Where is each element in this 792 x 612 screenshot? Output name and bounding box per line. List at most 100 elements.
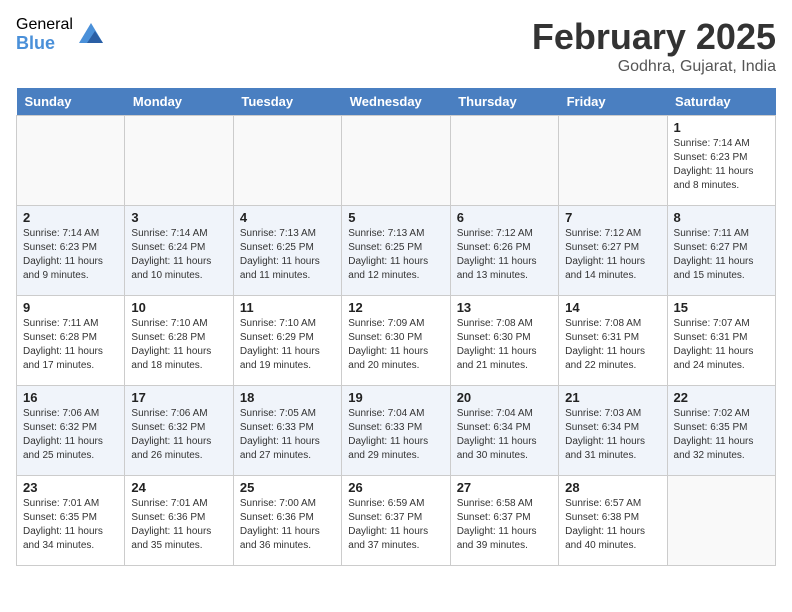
day-info: Sunrise: 7:01 AM Sunset: 6:36 PM Dayligh… [131, 497, 226, 553]
table-cell: 16Sunrise: 7:06 AM Sunset: 6:32 PM Dayli… [17, 386, 125, 476]
table-cell: 13 Sunrise: 7:08 AM Sunset: 6:30 PM Dayli… [450, 296, 558, 386]
table-cell [559, 116, 667, 206]
day-info: Sunrise: 7:07 AM Sunset: 6:31 PM Dayligh… [674, 317, 769, 373]
day-number: 25 [240, 480, 335, 495]
week-row-5: 23Sunrise: 7:01 AM Sunset: 6:35 PM Dayli… [17, 476, 776, 566]
day-info: Sunrise: 6:58 AM Sunset: 6:37 PM Dayligh… [457, 497, 552, 553]
day-number: 27 [457, 480, 552, 495]
day-info: Sunrise: 7:02 AM Sunset: 6:35 PM Dayligh… [674, 407, 769, 463]
day-number: 2 [23, 210, 118, 225]
day-info: Sunrise: 7:11 AM Sunset: 6:28 PM Dayligh… [23, 317, 118, 373]
week-row-2: 2 Sunrise: 7:14 AM Sunset: 6:23 PM Daylig… [17, 206, 776, 296]
day-number: 17 [131, 390, 226, 405]
day-number: 21 [565, 390, 660, 405]
day-info: Sunrise: 7:04 AM Sunset: 6:33 PM Dayligh… [348, 407, 443, 463]
day-number: 18 [240, 390, 335, 405]
table-cell: 28 Sunrise: 6:57 AM Sunset: 6:38 PM Dayli… [559, 476, 667, 566]
logo-icon [77, 21, 105, 49]
col-wednesday: Wednesday [342, 88, 450, 116]
table-cell: 22 Sunrise: 7:02 AM Sunset: 6:35 PM Dayli… [667, 386, 775, 476]
calendar-header-row: Sunday Monday Tuesday Wednesday Thursday… [17, 88, 776, 116]
calendar-title: February 2025 [532, 16, 776, 58]
table-cell: 6Sunrise: 7:12 AM Sunset: 6:26 PM Daylig… [450, 206, 558, 296]
day-info: Sunrise: 7:14 AM Sunset: 6:23 PM Dayligh… [674, 137, 769, 193]
day-info: Sunrise: 7:12 AM Sunset: 6:27 PM Dayligh… [565, 227, 660, 283]
table-cell: 1 Sunrise: 7:14 AM Sunset: 6:23 PM Daylig… [667, 116, 775, 206]
day-info: Sunrise: 7:00 AM Sunset: 6:36 PM Dayligh… [240, 497, 335, 553]
day-info: Sunrise: 7:12 AM Sunset: 6:26 PM Dayligh… [457, 227, 552, 283]
col-tuesday: Tuesday [233, 88, 341, 116]
day-number: 14 [565, 300, 660, 315]
table-cell: 20Sunrise: 7:04 AM Sunset: 6:34 PM Dayli… [450, 386, 558, 476]
day-info: Sunrise: 6:57 AM Sunset: 6:38 PM Dayligh… [565, 497, 660, 553]
day-info: Sunrise: 7:10 AM Sunset: 6:29 PM Dayligh… [240, 317, 335, 373]
day-info: Sunrise: 7:14 AM Sunset: 6:24 PM Dayligh… [131, 227, 226, 283]
logo-general: General [16, 16, 73, 34]
day-number: 10 [131, 300, 226, 315]
table-cell: 14 Sunrise: 7:08 AM Sunset: 6:31 PM Dayli… [559, 296, 667, 386]
day-info: Sunrise: 7:10 AM Sunset: 6:28 PM Dayligh… [131, 317, 226, 373]
table-cell: 8Sunrise: 7:11 AM Sunset: 6:27 PM Daylig… [667, 206, 775, 296]
table-cell [233, 116, 341, 206]
day-info: Sunrise: 7:11 AM Sunset: 6:27 PM Dayligh… [674, 227, 769, 283]
table-cell: 11 Sunrise: 7:10 AM Sunset: 6:29 PM Dayli… [233, 296, 341, 386]
table-cell: 15 Sunrise: 7:07 AM Sunset: 6:31 PM Dayli… [667, 296, 775, 386]
day-number: 12 [348, 300, 443, 315]
table-cell [17, 116, 125, 206]
day-number: 9 [23, 300, 118, 315]
day-info: Sunrise: 7:14 AM Sunset: 6:23 PM Dayligh… [23, 227, 118, 283]
day-number: 7 [565, 210, 660, 225]
day-info: Sunrise: 7:13 AM Sunset: 6:25 PM Dayligh… [240, 227, 335, 283]
day-info: Sunrise: 7:05 AM Sunset: 6:33 PM Dayligh… [240, 407, 335, 463]
table-cell: 10 Sunrise: 7:10 AM Sunset: 6:28 PM Dayli… [125, 296, 233, 386]
day-info: Sunrise: 7:06 AM Sunset: 6:32 PM Dayligh… [131, 407, 226, 463]
calendar-subtitle: Godhra, Gujarat, India [532, 58, 776, 76]
logo-blue: Blue [16, 34, 73, 54]
day-info: Sunrise: 7:13 AM Sunset: 6:25 PM Dayligh… [348, 227, 443, 283]
table-cell: 3Sunrise: 7:14 AM Sunset: 6:24 PM Daylig… [125, 206, 233, 296]
table-cell: 17 Sunrise: 7:06 AM Sunset: 6:32 PM Dayli… [125, 386, 233, 476]
table-cell: 24 Sunrise: 7:01 AM Sunset: 6:36 PM Dayli… [125, 476, 233, 566]
day-number: 13 [457, 300, 552, 315]
day-info: Sunrise: 7:04 AM Sunset: 6:34 PM Dayligh… [457, 407, 552, 463]
day-info: Sunrise: 7:06 AM Sunset: 6:32 PM Dayligh… [23, 407, 118, 463]
col-thursday: Thursday [450, 88, 558, 116]
day-number: 11 [240, 300, 335, 315]
col-sunday: Sunday [17, 88, 125, 116]
day-info: Sunrise: 6:59 AM Sunset: 6:37 PM Dayligh… [348, 497, 443, 553]
table-cell [125, 116, 233, 206]
day-number: 26 [348, 480, 443, 495]
day-info: Sunrise: 7:08 AM Sunset: 6:30 PM Dayligh… [457, 317, 552, 373]
day-number: 23 [23, 480, 118, 495]
day-number: 22 [674, 390, 769, 405]
col-monday: Monday [125, 88, 233, 116]
table-cell [450, 116, 558, 206]
day-info: Sunrise: 7:03 AM Sunset: 6:34 PM Dayligh… [565, 407, 660, 463]
page-header: General Blue February 2025 Godhra, Gujar… [16, 16, 776, 76]
table-cell: 26 Sunrise: 6:59 AM Sunset: 6:37 PM Dayli… [342, 476, 450, 566]
table-cell: 4 Sunrise: 7:13 AM Sunset: 6:25 PM Daylig… [233, 206, 341, 296]
title-area: February 2025 Godhra, Gujarat, India [532, 16, 776, 76]
day-info: Sunrise: 7:08 AM Sunset: 6:31 PM Dayligh… [565, 317, 660, 373]
calendar-table: Sunday Monday Tuesday Wednesday Thursday… [16, 88, 776, 566]
day-number: 28 [565, 480, 660, 495]
week-row-1: 1 Sunrise: 7:14 AM Sunset: 6:23 PM Daylig… [17, 116, 776, 206]
table-cell: 23Sunrise: 7:01 AM Sunset: 6:35 PM Dayli… [17, 476, 125, 566]
week-row-4: 16Sunrise: 7:06 AM Sunset: 6:32 PM Dayli… [17, 386, 776, 476]
day-number: 19 [348, 390, 443, 405]
table-cell: 21 Sunrise: 7:03 AM Sunset: 6:34 PM Dayli… [559, 386, 667, 476]
day-number: 1 [674, 120, 769, 135]
table-cell: 5 Sunrise: 7:13 AM Sunset: 6:25 PM Daylig… [342, 206, 450, 296]
day-number: 24 [131, 480, 226, 495]
day-number: 15 [674, 300, 769, 315]
table-cell: 9 Sunrise: 7:11 AM Sunset: 6:28 PM Daylig… [17, 296, 125, 386]
logo: General Blue [16, 16, 105, 53]
day-number: 5 [348, 210, 443, 225]
table-cell: 18 Sunrise: 7:05 AM Sunset: 6:33 PM Dayli… [233, 386, 341, 476]
table-cell [342, 116, 450, 206]
day-number: 4 [240, 210, 335, 225]
week-row-3: 9 Sunrise: 7:11 AM Sunset: 6:28 PM Daylig… [17, 296, 776, 386]
table-cell: 2 Sunrise: 7:14 AM Sunset: 6:23 PM Daylig… [17, 206, 125, 296]
col-friday: Friday [559, 88, 667, 116]
day-info: Sunrise: 7:09 AM Sunset: 6:30 PM Dayligh… [348, 317, 443, 373]
